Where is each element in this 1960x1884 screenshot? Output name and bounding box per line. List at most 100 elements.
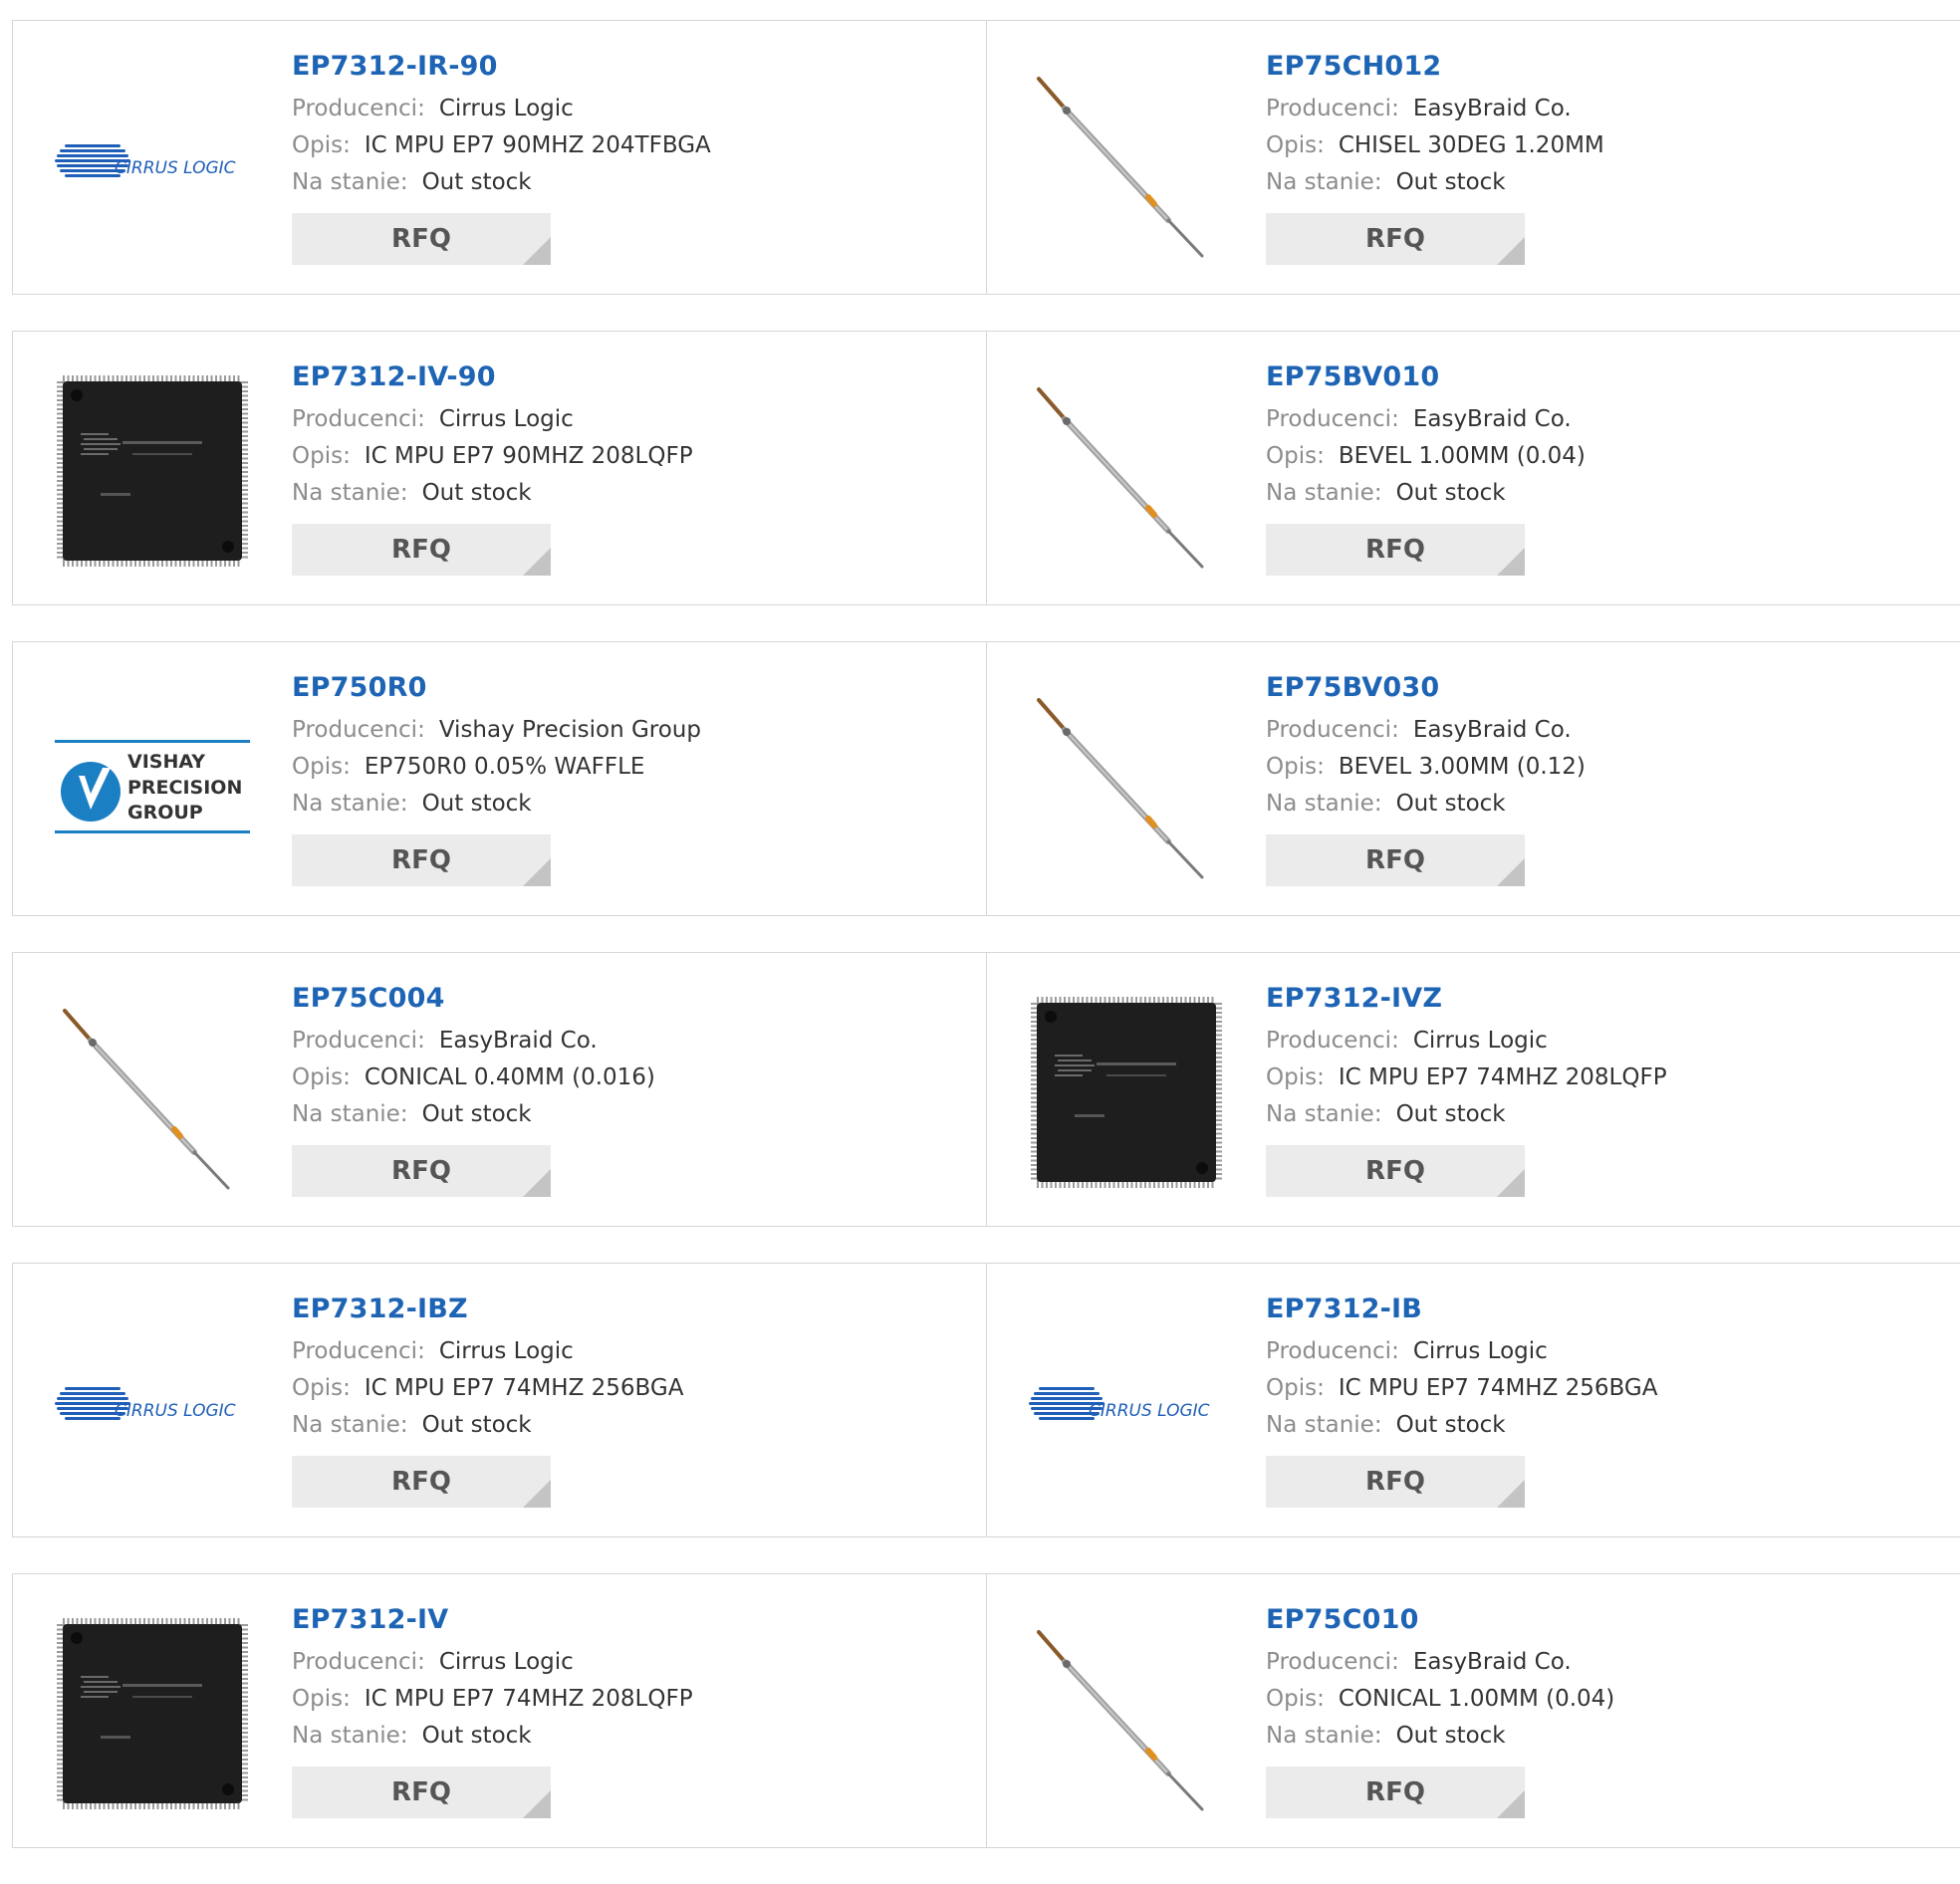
description-label: Opis: — [1266, 132, 1325, 158]
description-row: Opis: IC MPU EP7 74MHZ 208LQFP — [292, 1681, 693, 1718]
description-value: CHISEL 30DEG 1.20MM — [1338, 132, 1604, 158]
manufacturer-label: Producenci: — [1266, 96, 1399, 121]
stock-value: Out stock — [421, 480, 532, 506]
product-row: EP7312-IV Producenci: Cirrus Logic Opis: IC … — [12, 1573, 1960, 1848]
part-number-link[interactable]: EP7312-IBZ — [292, 1292, 684, 1327]
product-card: VISHAY PRECISION GROUP EP750R0 Producenci: Vi… — [12, 641, 987, 916]
product-info: EP7312-IVZ Producenci: Cirrus Logic Opis: IC… — [1266, 981, 1667, 1197]
description-value: IC MPU EP7 74MHZ 256BGA — [364, 1375, 684, 1401]
solder-tip-image[interactable] — [53, 993, 252, 1192]
product-card: EP75BV010 Producenci: EasyBraid Co. Opis: BE… — [986, 331, 1960, 605]
part-number-link[interactable]: EP7312-IB — [1266, 1292, 1658, 1327]
stock-value: Out stock — [1395, 169, 1506, 195]
rfq-button[interactable]: RFQ — [292, 1766, 551, 1818]
stock-label: Na stanie: — [1266, 791, 1382, 817]
part-number-link[interactable]: EP7312-IV — [292, 1602, 693, 1638]
solder-tip-image[interactable] — [1027, 1614, 1226, 1813]
chip-image[interactable] — [53, 371, 252, 571]
manufacturer-row: Producenci: Cirrus Logic — [292, 91, 711, 127]
part-number-link[interactable]: EP750R0 — [292, 670, 701, 706]
rfq-button[interactable]: RFQ — [1266, 1766, 1525, 1818]
part-number-link[interactable]: EP75C010 — [1266, 1602, 1614, 1638]
vishay-logo-image[interactable]: VISHAY PRECISION GROUP — [53, 682, 252, 881]
product-info: EP7312-IR-90 Producenci: Cirrus Logic Opis:… — [292, 49, 711, 265]
rfq-button-label: RFQ — [1365, 1467, 1425, 1497]
description-row: Opis: EP750R0 0.05% WAFFLE — [292, 749, 701, 786]
rfq-button-label: RFQ — [1365, 224, 1425, 254]
description-row: Opis: CONICAL 1.00MM (0.04) — [1266, 1681, 1614, 1718]
part-number-link[interactable]: EP75BV030 — [1266, 670, 1586, 706]
stock-value: Out stock — [421, 1723, 532, 1749]
solder-tip-image[interactable] — [1027, 371, 1226, 571]
stock-label: Na stanie: — [292, 791, 408, 817]
rfq-button[interactable]: RFQ — [1266, 1145, 1525, 1197]
stock-row: Na stanie: Out stock — [292, 164, 711, 201]
rfq-button[interactable]: RFQ — [292, 834, 551, 886]
description-row: Opis: BEVEL 1.00MM (0.04) — [1266, 438, 1586, 475]
rfq-button[interactable]: RFQ — [292, 524, 551, 576]
rfq-button[interactable]: RFQ — [292, 1456, 551, 1508]
rfq-button[interactable]: RFQ — [1266, 213, 1525, 265]
part-number-link[interactable]: EP7312-IR-90 — [292, 49, 711, 85]
product-card: EP7312-IVZ Producenci: Cirrus Logic Opis: IC… — [986, 952, 1960, 1227]
description-row: Opis: CHISEL 30DEG 1.20MM — [1266, 127, 1604, 164]
manufacturer-value: Cirrus Logic — [1412, 1338, 1548, 1364]
stock-value: Out stock — [421, 1412, 532, 1438]
manufacturer-value: EasyBraid Co. — [1412, 96, 1572, 121]
manufacturer-value: EasyBraid Co. — [1412, 406, 1572, 432]
manufacturer-label: Producenci: — [1266, 1338, 1399, 1364]
solder-tip-image[interactable] — [1027, 682, 1226, 881]
stock-value: Out stock — [421, 1101, 532, 1127]
product-info: EP7312-IV-90 Producenci: Cirrus Logic Opis:… — [292, 359, 693, 576]
product-card: CIRRUS LOGIC EP7312-IR-90 Producenci: Cirru… — [12, 20, 987, 295]
manufacturer-value: Cirrus Logic — [438, 1649, 574, 1675]
product-card: EP7312-IV-90 Producenci: Cirrus Logic Opis:… — [12, 331, 987, 605]
manufacturer-value: EasyBraid Co. — [438, 1028, 598, 1054]
corner-triangle-icon — [1497, 548, 1525, 576]
part-number-link[interactable]: EP7312-IVZ — [1266, 981, 1667, 1017]
product-info: EP750R0 Producenci: Vishay Precision Group… — [292, 670, 701, 886]
manufacturer-row: Producenci: Cirrus Logic — [1266, 1333, 1658, 1370]
product-card: CIRRUS LOGIC EP7312-IBZ Producenci: Cirrus … — [12, 1263, 987, 1537]
manufacturer-label: Producenci: — [292, 406, 425, 432]
manufacturer-value: Cirrus Logic — [438, 406, 574, 432]
description-label: Opis: — [1266, 1375, 1325, 1401]
stock-label: Na stanie: — [292, 169, 408, 195]
product-card: EP75CH012 Producenci: EasyBraid Co. Opis: CH… — [986, 20, 1960, 295]
rfq-button-label: RFQ — [391, 224, 451, 254]
stock-row: Na stanie: Out stock — [1266, 1718, 1614, 1755]
description-label: Opis: — [1266, 1686, 1325, 1712]
product-info: EP75C004 Producenci: EasyBraid Co. Opis: CON… — [292, 981, 655, 1197]
stock-value: Out stock — [421, 169, 532, 195]
rfq-button-label: RFQ — [391, 1156, 451, 1186]
description-value: EP750R0 0.05% WAFFLE — [364, 754, 645, 780]
stock-row: Na stanie: Out stock — [292, 1407, 684, 1444]
rfq-button[interactable]: RFQ — [1266, 524, 1525, 576]
manufacturer-label: Producenci: — [292, 1649, 425, 1675]
product-info: EP75CH012 Producenci: EasyBraid Co. Opis: CH… — [1266, 49, 1604, 265]
manufacturer-label: Producenci: — [292, 96, 425, 121]
rfq-button[interactable]: RFQ — [1266, 1456, 1525, 1508]
rfq-button[interactable]: RFQ — [292, 213, 551, 265]
product-card: EP7312-IV Producenci: Cirrus Logic Opis: IC … — [12, 1573, 987, 1848]
rfq-button[interactable]: RFQ — [292, 1145, 551, 1197]
part-number-link[interactable]: EP75BV010 — [1266, 359, 1586, 395]
manufacturer-row: Producenci: Cirrus Logic — [292, 1333, 684, 1370]
cirrus-logo-image[interactable]: CIRRUS LOGIC — [53, 61, 252, 260]
stock-row: Na stanie: Out stock — [1266, 164, 1604, 201]
cirrus-logo-image[interactable]: CIRRUS LOGIC — [1027, 1303, 1226, 1503]
part-number-link[interactable]: EP75C004 — [292, 981, 655, 1017]
corner-triangle-icon — [1497, 1169, 1525, 1197]
logo-text: CIRRUS LOGIC — [115, 1401, 236, 1421]
stock-label: Na stanie: — [1266, 169, 1382, 195]
chip-image[interactable] — [1027, 993, 1226, 1192]
part-number-link[interactable]: EP7312-IV-90 — [292, 359, 693, 395]
rfq-button[interactable]: RFQ — [1266, 834, 1525, 886]
description-row: Opis: BEVEL 3.00MM (0.12) — [1266, 749, 1586, 786]
description-row: Opis: IC MPU EP7 74MHZ 256BGA — [1266, 1370, 1658, 1407]
part-number-link[interactable]: EP75CH012 — [1266, 49, 1604, 85]
logo-text: GROUP — [127, 802, 203, 824]
cirrus-logo-image[interactable]: CIRRUS LOGIC — [53, 1303, 252, 1503]
solder-tip-image[interactable] — [1027, 61, 1226, 260]
chip-image[interactable] — [53, 1614, 252, 1813]
